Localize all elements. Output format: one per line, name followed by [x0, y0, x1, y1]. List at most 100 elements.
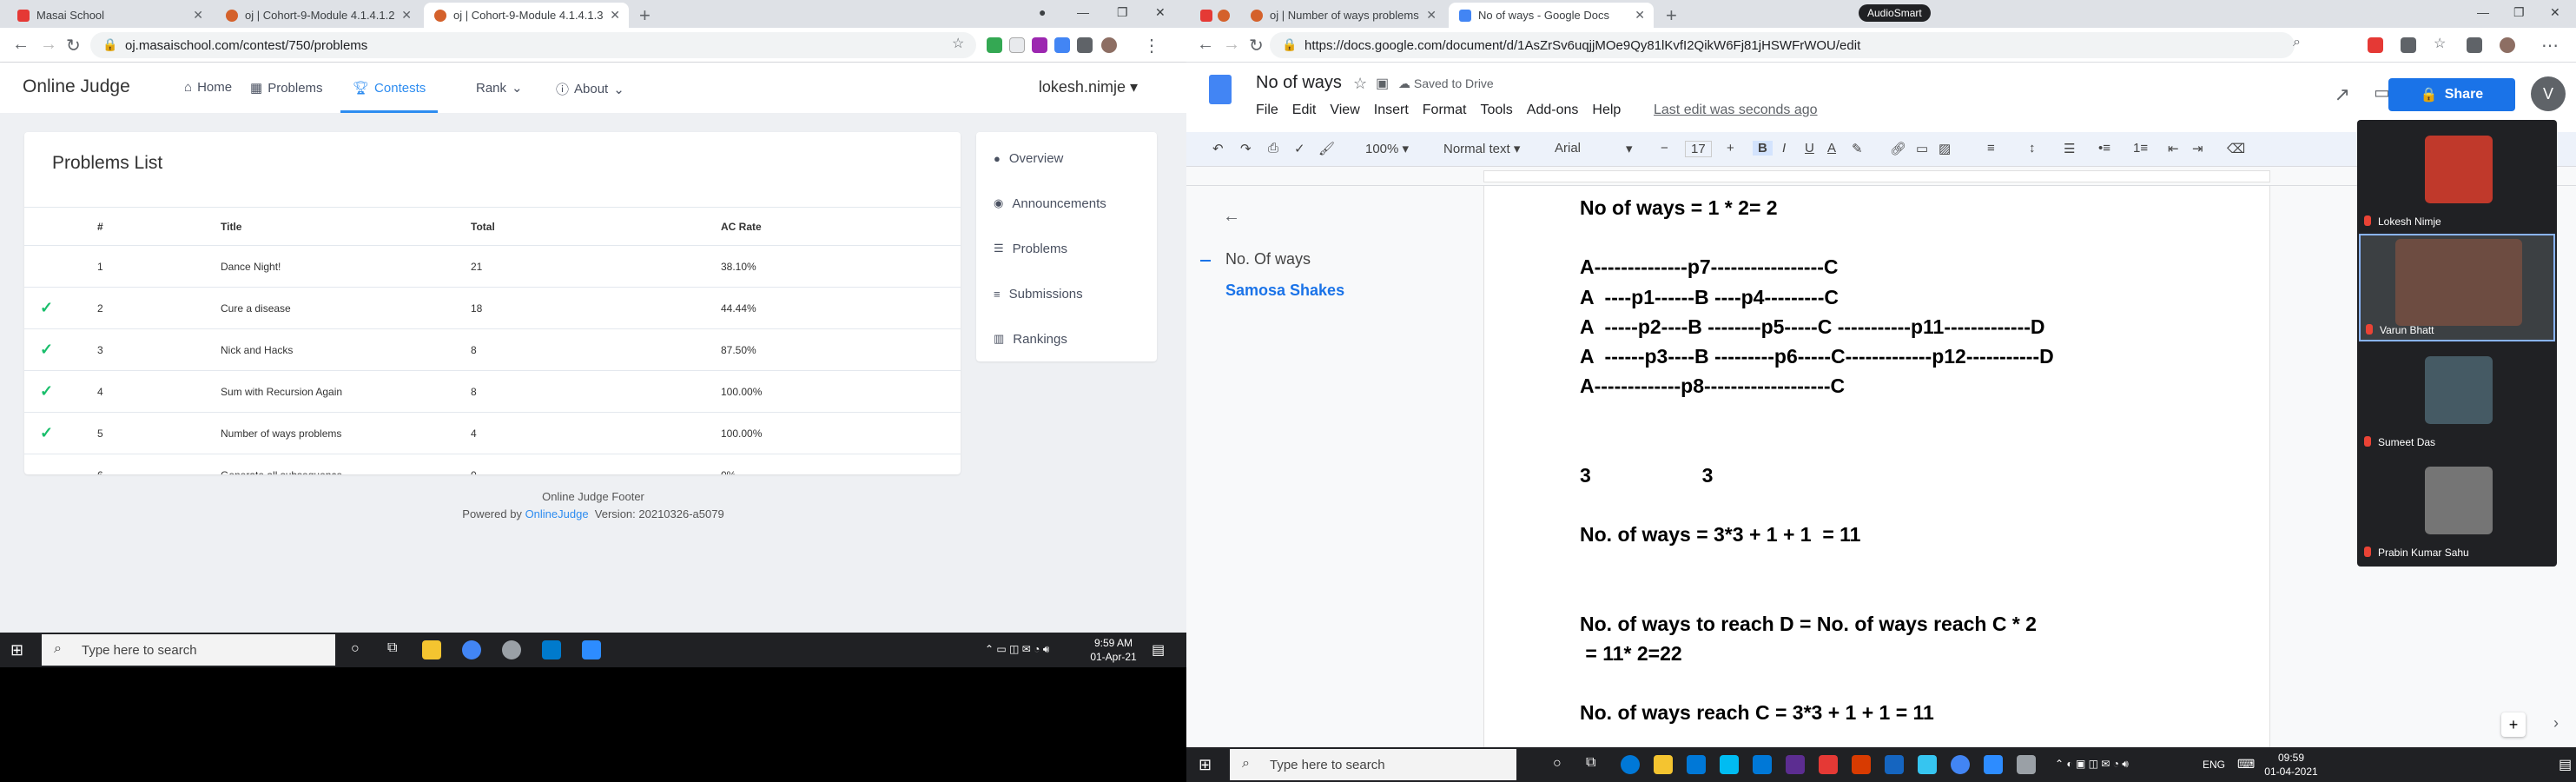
share-button[interactable]: 🔒 Share: [2388, 78, 2515, 111]
paint-format-icon[interactable]: 🖌︎: [1318, 141, 1335, 156]
app-icon[interactable]: [502, 640, 521, 659]
close-icon[interactable]: ✕: [1635, 8, 1645, 23]
underline-icon[interactable]: U: [1805, 141, 1814, 156]
nav-problems[interactable]: ▦ Problems: [250, 80, 323, 96]
chevron-right-icon[interactable]: ›: [2553, 714, 2559, 732]
system-tray-icons[interactable]: ⌃ ◐ ▣ ◫ ✉ ◔ 🔊︎: [2055, 758, 2129, 771]
cell-title[interactable]: Generate all subsequence: [221, 454, 471, 474]
cell-title[interactable]: Nick and Hacks: [221, 328, 471, 371]
align-icon[interactable]: ≡: [1987, 141, 1995, 156]
doc-line[interactable]: A ------p3----B ---------p6-----C-------…: [1580, 345, 2054, 368]
table-row[interactable]: ✓ 4 Sum with Recursion Again 8 100.00%: [24, 370, 961, 413]
doc-line[interactable]: A--------------p7-----------------C: [1580, 255, 1839, 279]
forward-button[interactable]: →: [1223, 35, 1240, 55]
participant-tile[interactable]: Lokesh Nimje: [2359, 123, 2555, 231]
docs-logo-icon[interactable]: [1209, 75, 1232, 104]
document-title[interactable]: No of ways: [1256, 73, 1342, 93]
forward-button[interactable]: →: [40, 35, 57, 55]
table-row[interactable]: 6Generate all subsequence00%: [24, 454, 961, 474]
tab-oj-number-of-ways[interactable]: oj | Number of ways problems ✕: [1240, 3, 1445, 28]
maximize-button[interactable]: ❐: [2513, 5, 2525, 20]
table-row[interactable]: 1 Dance Night! 21 38.10%: [24, 245, 961, 288]
mcafee-icon[interactable]: [1819, 755, 1838, 774]
keyboard-icon[interactable]: ⌨: [2237, 757, 2255, 772]
nav-home[interactable]: ⌂ Home: [184, 80, 232, 95]
user-dropdown[interactable]: lokesh.nimje ▾: [1039, 78, 1138, 96]
taskbar-search[interactable]: ⌕ Type here to search: [42, 634, 335, 666]
star-icon[interactable]: ☆: [2434, 35, 2446, 52]
table-row[interactable]: ✓ 5 Number of ways problems 4 100.00%: [24, 412, 961, 454]
redo-icon[interactable]: ↷: [1240, 141, 1252, 156]
zoom-icon[interactable]: [582, 640, 601, 659]
file-explorer-icon[interactable]: [422, 640, 441, 659]
app-icon[interactable]: [1786, 755, 1805, 774]
italic-icon[interactable]: I: [1782, 141, 1786, 156]
doc-line[interactable]: No. of ways to reach D = No. of ways rea…: [1580, 613, 2037, 636]
menu-help[interactable]: Help: [1592, 103, 1621, 118]
table-row[interactable]: ✓ 2 Cure a disease 18 44.44%: [24, 287, 961, 329]
side-menu-problems[interactable]: ☰ Problems: [976, 226, 1157, 271]
vscode-icon[interactable]: [542, 640, 561, 659]
doc-line[interactable]: No of ways = 1 * 2= 2: [1580, 196, 1778, 220]
edge-icon[interactable]: [1621, 755, 1640, 774]
saved-status[interactable]: ☁ Saved to Drive: [1398, 76, 1494, 91]
font-select[interactable]: Arial: [1555, 141, 1581, 156]
extension-icon[interactable]: [1032, 37, 1047, 53]
cortana-icon[interactable]: ○: [351, 641, 360, 657]
undo-icon[interactable]: ↶: [1212, 141, 1224, 156]
chevron-down-icon[interactable]: ▾: [1626, 141, 1633, 156]
participant-tile[interactable]: Sumeet Das: [2359, 344, 2555, 452]
font-size-increase[interactable]: +: [1727, 141, 1734, 156]
profile-avatar[interactable]: [2500, 37, 2515, 53]
star-icon[interactable]: ☆: [1353, 75, 1367, 93]
tab-oj-2[interactable]: oj | Cohort-9-Module 4.1.4.1.3 ✕: [424, 3, 629, 28]
zoom-select[interactable]: 100% ▾: [1365, 141, 1409, 156]
doc-line[interactable]: No. of ways reach C = 3*3 + 1 + 1 = 11: [1580, 701, 1934, 725]
reload-button[interactable]: ↻: [1249, 35, 1264, 56]
clear-formatting-icon[interactable]: ⌫: [2227, 141, 2245, 156]
zoom-icon[interactable]: [1984, 755, 2003, 774]
spellcheck-icon[interactable]: ✓: [1294, 141, 1305, 156]
oj-brand[interactable]: Online Judge: [23, 76, 130, 97]
tab-pinned[interactable]: [1193, 3, 1237, 28]
decrease-indent-icon[interactable]: ⇤: [2168, 141, 2179, 156]
app-icon[interactable]: [1720, 755, 1739, 774]
bulleted-list-icon[interactable]: •≡: [2098, 141, 2110, 156]
tab-oj-1[interactable]: oj | Cohort-9-Module 4.1.4.1.2 ✕: [215, 3, 420, 28]
record-icon[interactable]: ●: [1039, 5, 1046, 19]
notification-icon[interactable]: ▤: [2559, 756, 2572, 773]
participant-tile[interactable]: Prabin Kumar Sahu: [2359, 454, 2555, 562]
windows-start-icon[interactable]: ⊞: [1199, 756, 1212, 774]
system-tray-icons[interactable]: ⌃ ▭ ◫ ✉ ◔ 🔊︎: [985, 643, 1049, 656]
cortana-icon[interactable]: ○: [1553, 756, 1562, 772]
chrome-icon[interactable]: [1951, 755, 1970, 774]
close-window-button[interactable]: ✕: [1155, 5, 1166, 20]
line-spacing-icon[interactable]: ↕: [2029, 141, 2036, 156]
notification-icon[interactable]: ▤: [1152, 641, 1165, 659]
activity-icon[interactable]: ↗: [2335, 83, 2350, 106]
windows-start-icon[interactable]: ⊞: [10, 641, 23, 659]
tab-masai-school[interactable]: Masai School ✕: [7, 3, 212, 28]
document-page[interactable]: No of ways = 1 * 2= 2 A--------------p7--…: [1483, 186, 2270, 747]
style-select[interactable]: Normal text ▾: [1443, 141, 1520, 156]
explore-button[interactable]: +: [2501, 712, 2526, 737]
task-view-icon[interactable]: ⧉: [1586, 755, 1595, 771]
minimize-button[interactable]: —: [1077, 5, 1089, 19]
close-window-button[interactable]: ✕: [2550, 5, 2560, 20]
font-size-input[interactable]: 17: [1685, 141, 1712, 157]
close-icon[interactable]: ✕: [610, 8, 620, 23]
app-icon[interactable]: [1753, 755, 1772, 774]
nav-contests[interactable]: 🏆︎ Contests: [353, 80, 426, 96]
participant-tile[interactable]: Varun Bhatt: [2359, 234, 2555, 341]
side-menu-submissions[interactable]: ≡ Submissions: [976, 271, 1157, 316]
nav-about[interactable]: ⓘ About ⌄: [556, 80, 624, 98]
clock[interactable]: 09:59 01-04-2021: [2255, 751, 2328, 779]
puzzle-icon[interactable]: [1077, 37, 1093, 53]
print-icon[interactable]: ⎙: [1268, 141, 1278, 156]
checklist-icon[interactable]: ☰: [2064, 141, 2075, 156]
cell-title[interactable]: Cure a disease: [221, 287, 471, 329]
outline-item-samosa-shakes[interactable]: Samosa Shakes: [1225, 282, 1344, 300]
outline-heading[interactable]: No. Of ways: [1225, 250, 1311, 268]
file-explorer-icon[interactable]: [1654, 755, 1673, 774]
language-indicator[interactable]: ENG: [2203, 759, 2225, 771]
